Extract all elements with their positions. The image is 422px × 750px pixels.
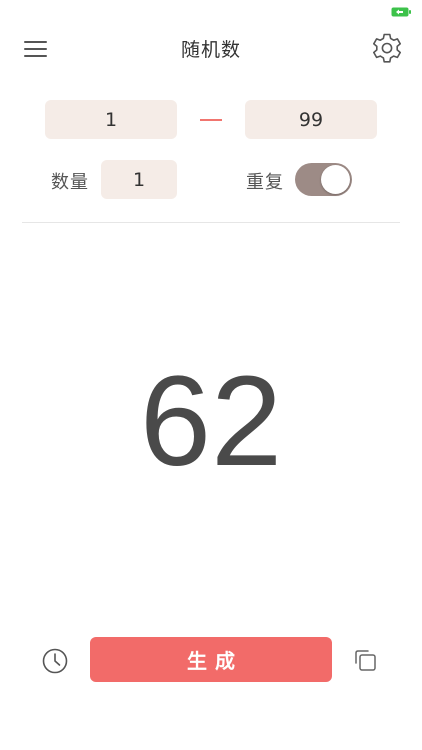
quantity-label: 数量 (51, 172, 89, 193)
header-bar: 随机数 (0, 27, 422, 69)
battery-charging-icon (391, 7, 411, 17)
range-separator (200, 119, 222, 121)
settings-button[interactable] (370, 31, 404, 65)
repeat-toggle[interactable] (295, 163, 352, 196)
copy-button[interactable] (352, 647, 380, 675)
app-screen: 随机数 1 99 数量 1 重复 62 生成 (0, 0, 422, 750)
quantity-input[interactable]: 1 (101, 160, 177, 199)
history-button[interactable] (40, 646, 70, 676)
result-number: 62 (139, 350, 283, 493)
range-max-input[interactable]: 99 (245, 100, 377, 139)
repeat-label: 重复 (246, 172, 284, 193)
page-title: 随机数 (180, 39, 241, 61)
clock-icon (42, 648, 68, 674)
toggle-knob (321, 165, 350, 194)
gear-icon (373, 33, 401, 63)
divider (22, 222, 400, 223)
copy-icon (355, 650, 376, 671)
generate-button[interactable]: 生成 (90, 637, 332, 682)
range-min-input[interactable]: 1 (45, 100, 177, 139)
